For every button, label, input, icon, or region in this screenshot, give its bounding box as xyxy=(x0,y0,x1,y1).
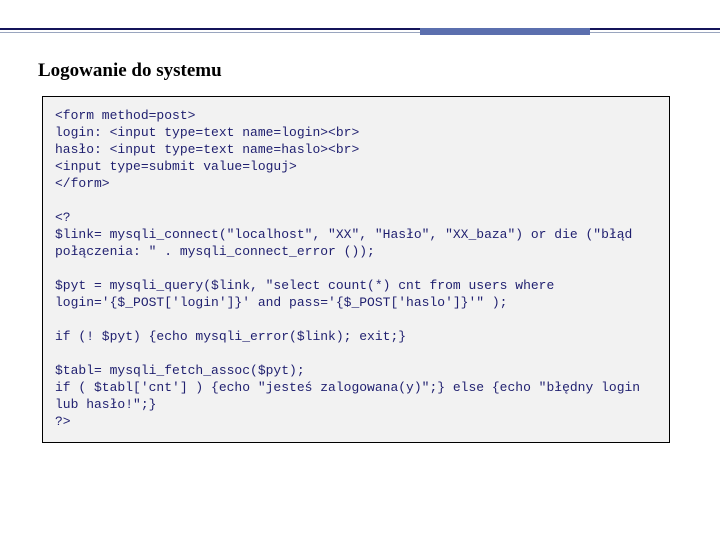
code-content: <form method=post> login: <input type=te… xyxy=(55,107,657,430)
header-rule xyxy=(0,28,720,32)
rule-accent xyxy=(420,28,590,35)
code-box: <form method=post> login: <input type=te… xyxy=(42,96,670,443)
slide: Logowanie do systemu <form method=post> … xyxy=(0,0,720,540)
rule-line-bottom xyxy=(0,32,720,33)
page-title: Logowanie do systemu xyxy=(38,60,222,82)
rule-line-top xyxy=(0,28,720,30)
